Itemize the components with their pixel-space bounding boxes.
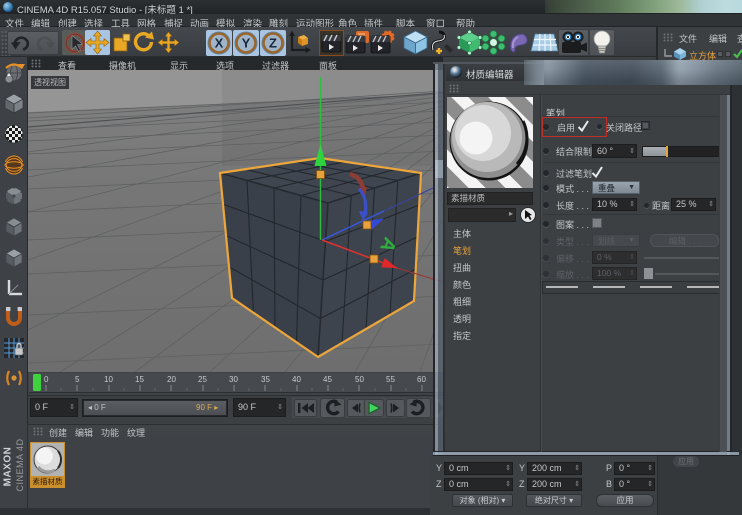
- svg-text:20: 20: [167, 375, 176, 384]
- svg-text:15: 15: [135, 375, 144, 384]
- svg-text:0: 0: [44, 375, 49, 384]
- svg-text:45: 45: [323, 375, 332, 384]
- svg-text:Z: Z: [269, 36, 277, 51]
- svg-text:Y: Y: [242, 36, 251, 51]
- svg-text:50: 50: [355, 375, 364, 384]
- svg-text:5: 5: [75, 375, 80, 384]
- svg-text:X: X: [215, 36, 224, 51]
- svg-text:60: 60: [417, 375, 426, 384]
- svg-text:40: 40: [292, 375, 301, 384]
- svg-text:35: 35: [261, 375, 270, 384]
- svg-text:55: 55: [386, 375, 395, 384]
- svg-text:10: 10: [104, 375, 113, 384]
- svg-text:25: 25: [198, 375, 207, 384]
- svg-text:30: 30: [229, 375, 238, 384]
